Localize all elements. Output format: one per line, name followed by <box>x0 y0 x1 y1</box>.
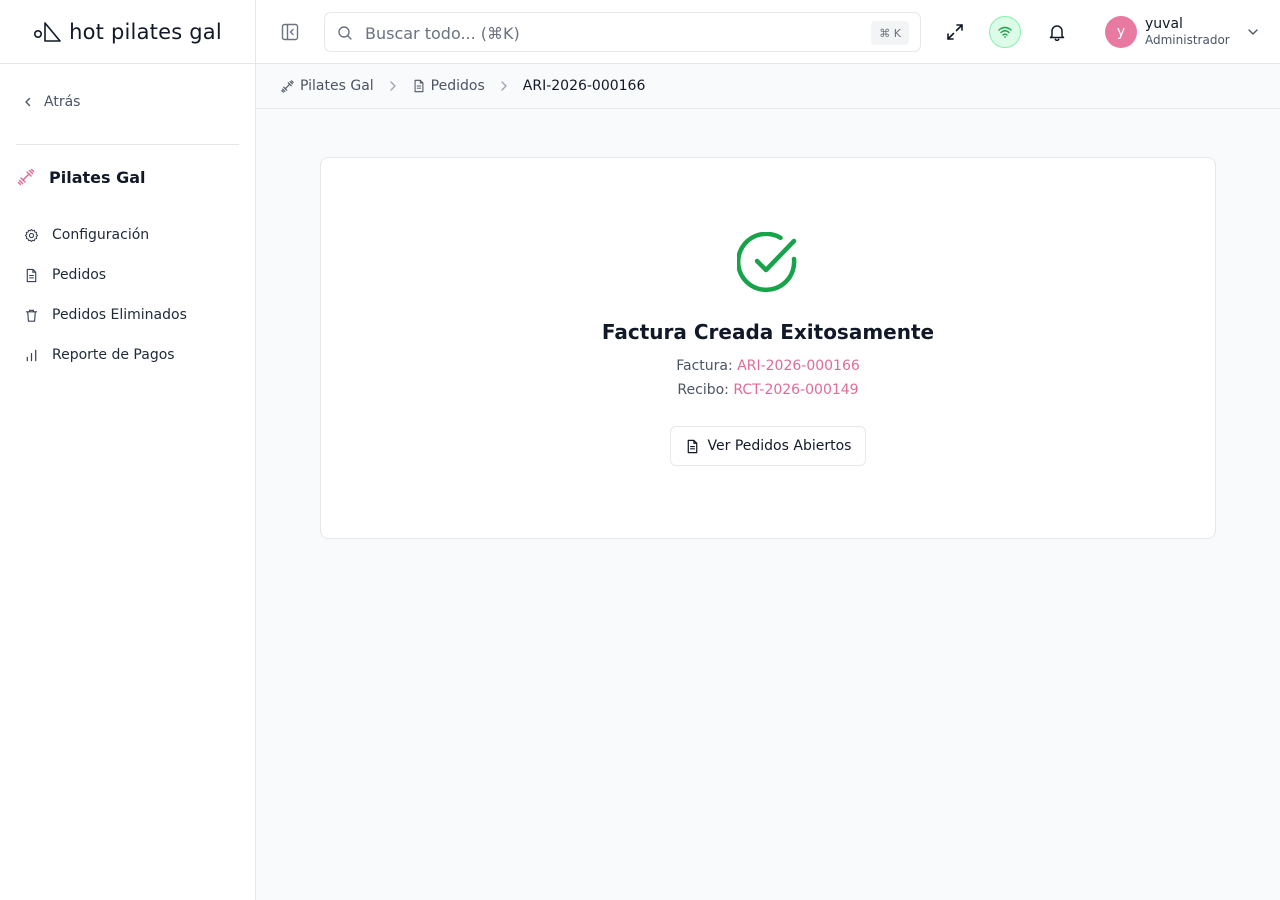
fullscreen-button[interactable] <box>945 22 965 42</box>
trash-icon <box>25 309 38 322</box>
sidebar-item-label: Pedidos Eliminados <box>52 307 187 323</box>
chevron-right-icon <box>390 81 396 91</box>
button-label: Ver Pedidos Abiertos <box>707 438 852 454</box>
sidebar-item-configuracion[interactable]: Configuración <box>16 218 240 252</box>
chevron-down-icon <box>1248 29 1258 35</box>
chevron-right-icon <box>501 81 507 91</box>
invoice-number-link[interactable]: ARI-2026-000166 <box>737 358 860 374</box>
back-link[interactable]: Atrás <box>22 91 80 113</box>
success-title: Factura Creada Exitosamente <box>601 320 935 344</box>
sidebar: hot pilates gal Atrás Pilates Gal Config… <box>0 0 256 900</box>
document-icon <box>687 439 697 453</box>
dumbbell-icon <box>281 79 294 93</box>
logo-text: hot pilates gal <box>69 19 222 44</box>
sidebar-item-pedidos-eliminados[interactable]: Pedidos Eliminados <box>16 298 240 332</box>
sidebar-item-reporte-de-pagos[interactable]: Reporte de Pagos <box>16 338 240 372</box>
org-header: Pilates Gal <box>16 165 146 189</box>
user-info: yuval Administrador <box>1145 16 1230 47</box>
sidebar-item-pedidos[interactable]: Pedidos <box>16 258 240 292</box>
dumbbell-icon <box>17 168 35 186</box>
breadcrumb-current: ARI-2026-000166 <box>522 78 646 94</box>
wifi-icon <box>998 26 1012 38</box>
sidebar-item-label: Reporte de Pagos <box>52 347 175 363</box>
user-role: Administrador <box>1145 33 1230 48</box>
bar-chart-icon <box>26 349 37 361</box>
breadcrumb-item-pedidos[interactable]: Pedidos <box>412 78 485 94</box>
document-icon <box>26 268 37 282</box>
sidebar-item-label: Pedidos <box>52 267 107 283</box>
receipt-label: Recibo: <box>677 382 729 398</box>
bell-icon <box>1049 25 1065 42</box>
back-label: Atrás <box>44 94 81 110</box>
notifications-button[interactable] <box>1047 22 1067 42</box>
invoice-line: Factura: ARI-2026-000166 <box>321 358 1215 374</box>
receipt-line: Recibo: RCT-2026-000149 <box>321 382 1215 398</box>
user-name: yuval <box>1145 16 1183 33</box>
breadcrumb: Pilates Gal Pedidos ARI-2026-000166 <box>256 64 1280 109</box>
logo[interactable]: hot pilates gal <box>0 0 255 64</box>
search-input[interactable] <box>365 21 855 45</box>
sidebar-divider <box>16 144 239 145</box>
top-header: ⌘ K y yuval <box>256 0 1280 64</box>
search-box[interactable]: ⌘ K <box>324 12 921 52</box>
success-card: Factura Creada Exitosamente Factura: ARI… <box>320 157 1216 539</box>
user-menu[interactable]: y yuval Administrador <box>1105 14 1260 50</box>
panel-collapse-icon <box>281 23 299 41</box>
org-name: Pilates Gal <box>49 167 146 187</box>
chevron-left-icon <box>25 97 31 107</box>
breadcrumb-label: Pilates Gal <box>300 78 374 94</box>
sidebar-item-label: Configuración <box>52 227 150 243</box>
logo-icon <box>34 21 61 42</box>
sidebar-toggle-button[interactable] <box>280 22 300 42</box>
search-icon <box>337 25 353 41</box>
gear-icon <box>24 228 39 242</box>
view-open-orders-button[interactable]: Ver Pedidos Abiertos <box>670 426 866 466</box>
check-circle-icon <box>737 232 799 294</box>
receipt-number-link[interactable]: RCT-2026-000149 <box>733 382 858 398</box>
document-icon <box>414 79 424 93</box>
breadcrumb-label: Pedidos <box>430 78 485 94</box>
search-shortcut-hint: ⌘ K <box>871 21 909 45</box>
connection-status-button[interactable] <box>989 16 1021 48</box>
breadcrumb-item-pilates-gal[interactable]: Pilates Gal <box>280 78 374 94</box>
avatar: y <box>1105 16 1137 48</box>
expand-icon <box>947 24 963 40</box>
invoice-label: Factura: <box>676 358 733 374</box>
